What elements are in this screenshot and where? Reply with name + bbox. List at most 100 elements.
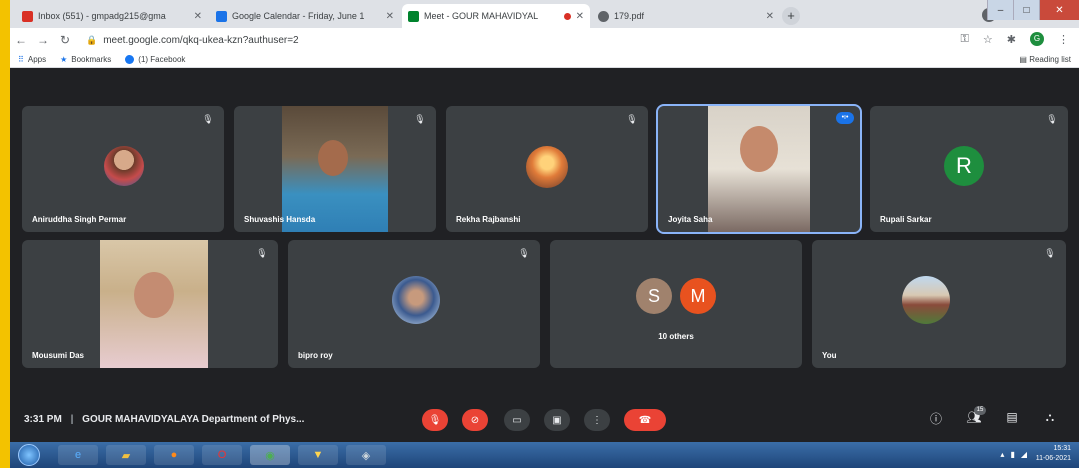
forward-arrow-icon[interactable]: → [32,33,54,47]
end-call-icon: ☎ [638,414,652,426]
opera-icon: O [217,449,227,461]
participant-tile[interactable]: 🎙︎ Rekha Rajbanshi [446,106,648,232]
meeting-details[interactable]: 3:31 PM | GOUR MAHAVIDYALAYA Department … [24,414,304,425]
chrome-icon: ◉ [265,449,275,462]
menu-dots-icon[interactable]: ⋮ [1058,33,1069,46]
activities-button[interactable]: ⛬ [1040,410,1060,430]
bookmark-label: Bookmarks [71,55,112,64]
taskbar-app-2[interactable]: ◈ [346,445,386,465]
close-icon[interactable]: ✕ [194,11,202,22]
close-icon[interactable]: ✕ [576,11,584,22]
chat-icon: ▤ [1006,410,1018,424]
globe-icon [598,10,609,22]
bookmark-bookmarks[interactable]: ★ Bookmarks [60,55,111,64]
tab-pdf[interactable]: 179.pdf ✕ [592,4,780,28]
mic-off-icon: 🎙︎ [202,114,214,124]
new-tab-button[interactable]: + [782,7,800,25]
taskbar-explorer[interactable]: ▰ [106,445,146,465]
participant-name: You [822,351,837,360]
face-shape [740,126,778,172]
start-button[interactable] [18,444,40,466]
profile-avatar[interactable]: G [1030,32,1044,46]
reload-icon[interactable]: ↻ [54,33,76,47]
extensions-icon[interactable]: ✱ [1007,33,1016,46]
tab-label: Inbox (551) - gmpadg215@gma [38,11,166,21]
mic-off-icon: 🎙︎ [1044,248,1056,258]
people-button[interactable]: 👥︎ 15 [964,406,986,430]
avatar-letter: M [690,285,706,306]
participant-tile-self[interactable]: 🎙︎ You [812,240,1066,368]
meeting-title: GOUR MAHAVIDYALAYA Department of Phys... [82,414,305,425]
bookmark-label: Apps [27,55,47,64]
tray-arrow-icon[interactable]: ▴ [1000,450,1004,459]
maximize-icon[interactable]: □ [1013,0,1039,20]
participant-tile[interactable]: 🎙︎ Aniruddha Singh Permar [22,106,224,232]
meet-icon [408,10,419,22]
others-tile[interactable]: S M 10 others [550,240,802,368]
key-icon[interactable]: ⚿ [961,33,969,46]
url-field[interactable]: 🔒 meet.google.com/qkq-ukea-kzn?authuser=… [86,35,299,46]
network-icon[interactable]: ▮ [1010,450,1014,459]
address-bar: ← → ↻ 🔒 meet.google.com/qkq-ukea-kzn?aut… [10,28,1079,52]
taskbar-opera[interactable]: O [202,445,242,465]
bookmark-facebook[interactable]: (1) Facebook [125,55,185,64]
meeting-info-button[interactable]: ⓘ [926,410,946,430]
captions-button[interactable]: ▭ [504,409,530,431]
participant-tile[interactable]: 🎙︎ bipro roy [288,240,540,368]
chat-button[interactable]: ▤ [1002,410,1022,430]
folder-icon: ▰ [121,449,131,462]
avatar [526,146,568,188]
leave-call-button[interactable]: ☎ [624,409,666,431]
volume-icon[interactable]: ◢ [1021,450,1027,459]
internet-explorer-icon: e [74,449,82,461]
participant-name: Shuvashis Hansda [244,215,316,224]
taskbar-ie[interactable]: e [58,445,98,465]
present-button[interactable]: ▣ [544,409,570,431]
tab-gmail[interactable]: Inbox (551) - gmpadg215@gma ✕ [16,4,208,28]
mic-off-icon: 🎙︎ [626,114,638,124]
app-icon: ◈ [361,449,371,462]
minimize-icon[interactable]: – [987,0,1013,20]
calendar-icon [216,10,227,22]
mic-off-icon: 🎙︎ [256,248,268,258]
close-icon[interactable]: ✕ [386,11,394,22]
bookmarks-bar: ⠿ Apps ★ Bookmarks (1) Facebook ▤ Readin… [10,52,1079,68]
participant-tile-speaking[interactable]: •ı• Joyita Saha [656,104,862,234]
bookmark-star-icon[interactable]: ☆ [983,33,993,46]
close-icon[interactable]: ✕ [766,11,774,22]
taskbar-clock[interactable]: 15:31 11-06-2021 [1036,444,1071,464]
taskbar-firefox[interactable]: ● [154,445,194,465]
participant-tile[interactable]: R 🎙︎ Rupali Sarkar [870,106,1068,232]
avatar [392,276,440,324]
video-feed [282,106,388,232]
window-controls: – □ ✕ [987,0,1079,20]
video-feed [708,106,810,232]
avatar [902,276,950,324]
mic-toggle-button[interactable]: 🎙︎ [422,409,448,431]
face-shape [318,140,348,176]
gmail-icon [22,10,33,22]
more-options-button[interactable]: ⋮ [584,409,610,431]
camera-toggle-button[interactable]: ⊘ [462,409,488,431]
reading-list[interactable]: ▤ Reading list [1019,55,1071,64]
back-arrow-icon[interactable]: ← [10,33,32,47]
tab-meet[interactable]: Meet - GOUR MAHAVIDYAL ✕ [402,4,590,28]
face-shape [134,272,174,318]
participant-name: Rupali Sarkar [880,215,932,224]
toolbar-actions: ⚿ ☆ ✱ G ⋮ [961,32,1069,46]
bookmark-apps[interactable]: ⠿ Apps [18,55,46,64]
window-close-icon[interactable]: ✕ [1039,0,1079,20]
avatar-letter: R [956,153,972,178]
bookmark-label: (1) Facebook [138,55,186,64]
windows-taskbar: e ▰ ● O ◉ ▼ ◈ ▴ ▮ ◢ 15:31 11-06-2021 [10,442,1079,468]
taskbar-chrome[interactable]: ◉ [250,445,290,465]
meeting-separator: | [70,414,74,425]
clock-date: 11-06-2021 [1035,455,1071,462]
avatar-letter: S [647,285,660,306]
activities-icon: ⛬ [1045,410,1055,424]
participant-tile[interactable]: 🎙︎ Shuvashis Hansda [234,106,436,232]
taskbar-app[interactable]: ▼ [298,445,338,465]
tab-label: Meet - GOUR MAHAVIDYAL [424,11,539,21]
tab-calendar[interactable]: Google Calendar - Friday, June 1 ✕ [210,4,400,28]
participant-tile[interactable]: 🎙︎ Mousumi Das [22,240,278,368]
